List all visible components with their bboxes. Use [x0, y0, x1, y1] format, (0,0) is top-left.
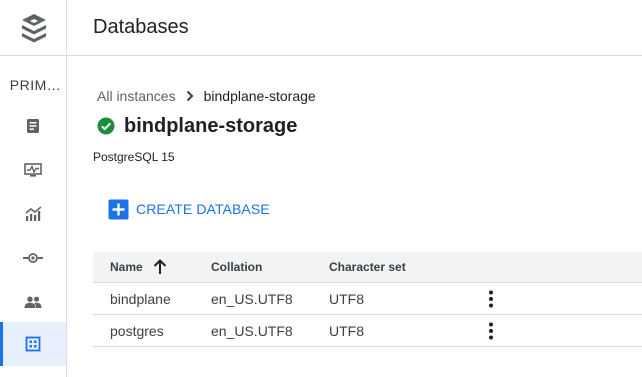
table-header: Name Collation Character set	[93, 252, 642, 283]
cell-name: postgres	[110, 322, 164, 339]
sort-arrow-up-icon	[153, 259, 166, 274]
cell-collation: en_US.UTF8	[211, 322, 293, 339]
databases-icon	[25, 336, 41, 352]
cell-charset: UTF8	[329, 290, 364, 307]
create-database-label: CREATE DATABASE	[136, 201, 270, 217]
sql-stack-icon	[21, 13, 46, 42]
monitoring-icon	[24, 163, 42, 177]
databases-table: Name Collation Character set bindplane e…	[93, 252, 642, 347]
left-nav-rail: PRIM…	[0, 0, 67, 377]
column-header-charset: Character set	[329, 260, 406, 274]
cell-charset: UTF8	[329, 322, 364, 339]
column-header-collation: Collation	[211, 260, 263, 274]
page-header: Databases	[67, 0, 642, 56]
overview-icon	[27, 119, 39, 133]
column-header-name[interactable]: Name	[93, 259, 211, 275]
page-title: Databases	[93, 16, 189, 38]
nav-users[interactable]	[0, 280, 66, 324]
instance-name: bindplane-storage	[124, 114, 298, 137]
create-database-button[interactable]: CREATE DATABASE	[108, 197, 270, 221]
table-row: bindplane en_US.UTF8 UTF8	[93, 283, 642, 315]
nav-overview[interactable]	[0, 104, 66, 148]
project-label: PRIM…	[9, 77, 62, 93]
table-row: postgres en_US.UTF8 UTF8	[93, 315, 642, 347]
cell-collation: en_US.UTF8	[211, 290, 293, 307]
nav-analytics[interactable]	[0, 192, 66, 236]
nav-databases[interactable]	[0, 322, 66, 366]
instance-version: PostgreSQL 15	[93, 150, 175, 164]
more-vert-icon[interactable]	[479, 290, 503, 308]
users-icon	[24, 296, 42, 308]
status-check-icon	[97, 117, 115, 135]
cell-name: bindplane	[110, 290, 171, 307]
chevron-right-icon	[186, 90, 194, 102]
connections-icon	[23, 253, 43, 263]
breadcrumb-all-instances[interactable]: All instances	[97, 88, 176, 104]
more-vert-icon[interactable]	[479, 322, 503, 340]
nav-connections[interactable]	[0, 236, 66, 280]
column-header-name-label: Name	[110, 260, 143, 274]
breadcrumb-current: bindplane-storage	[203, 88, 316, 104]
analytics-icon	[25, 206, 42, 221]
sql-logo[interactable]	[0, 0, 67, 56]
instance-heading: bindplane-storage	[97, 112, 297, 140]
add-box-icon	[108, 199, 129, 219]
breadcrumb: All instances bindplane-storage	[97, 86, 316, 106]
nav-monitoring[interactable]	[0, 148, 66, 192]
